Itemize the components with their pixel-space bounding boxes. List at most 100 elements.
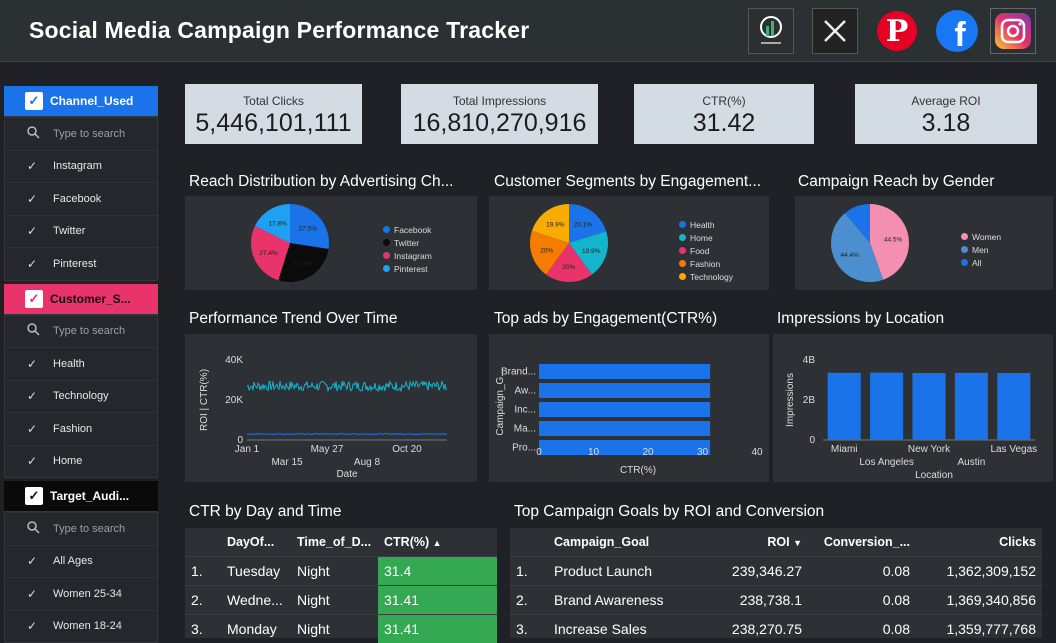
column-header[interactable]: Campaign_Goal (548, 528, 708, 556)
bar (539, 402, 711, 417)
x-tick-label: 0 (536, 447, 542, 458)
table-row[interactable]: 1. Tuesday Night 31.4 (185, 555, 497, 585)
x-tick-label: Mar 15 (271, 457, 303, 468)
legend-dot-icon (961, 259, 968, 266)
brand-logo-icon (748, 8, 794, 54)
legend-dot-icon (961, 233, 968, 240)
legend-label: Twitter (394, 237, 420, 248)
cell-roi: 239,346.27 (708, 555, 808, 585)
chart-trend: 0 20K 40K Jan 1 May 27 Oct 20 Mar 15 Aug 8 Date R… (185, 334, 477, 482)
option-label: Women 25-34 (53, 587, 122, 600)
filter-option[interactable]: ✓ Technology (5, 379, 157, 413)
kpi-value: 31.42 (692, 109, 756, 137)
row-index: 2. (185, 584, 221, 614)
legend-item[interactable]: Women (961, 230, 1001, 243)
horizontal-bar-chart: Brand... Aw... Inc... Ma... Pro... 0 10 20 30 40 C… (495, 364, 763, 476)
y-axis-label: ROI | CTR(%) (199, 369, 210, 431)
filter-audience-header[interactable]: ✓ Target_Audi... (4, 481, 158, 511)
x-tick-label: Austin (958, 457, 986, 468)
cell-day: Monday (221, 613, 291, 643)
legend-item[interactable]: Pinterest (383, 262, 432, 275)
legend-item[interactable]: Men (961, 243, 1001, 256)
filter-option[interactable]: ✓ All Ages (5, 544, 157, 578)
table-header-row: DayOf... Time_of_D... CTR(%) ▲ (185, 528, 497, 556)
cell-conversion: 0.08 (808, 613, 916, 643)
x-tick-label: New York (908, 444, 951, 455)
filter-channel-header[interactable]: ✓ Channel_Used (4, 86, 158, 116)
filter-option[interactable]: ✓ Facebook (5, 182, 157, 215)
x-twitter-icon[interactable] (812, 8, 858, 54)
legend-item[interactable]: Health (679, 218, 733, 231)
filter-option[interactable]: ✓ Health (5, 347, 157, 380)
filter-search[interactable]: Type to search (5, 314, 157, 348)
legend-item[interactable]: Technology (679, 270, 733, 283)
legend-item[interactable]: Instagram (383, 249, 432, 262)
column-header[interactable]: Time_of_D... (291, 528, 378, 556)
filter-option[interactable]: ✓ Home (5, 444, 157, 478)
instagram-icon[interactable] (990, 8, 1036, 54)
filter-segment-header[interactable]: ✓ Customer_S... (4, 283, 158, 314)
x-tick-label: 30 (697, 447, 709, 458)
column-header[interactable]: Conversion_... (808, 528, 916, 556)
legend-item[interactable]: All (961, 256, 1001, 269)
table-row[interactable]: 1. Product Launch 239,346.27 0.08 1,362,309,… (510, 555, 1042, 585)
check-icon: ✓ (27, 256, 38, 271)
facebook-icon[interactable]: f (934, 8, 980, 54)
index-header (185, 528, 221, 556)
legend-dot-icon (679, 260, 686, 267)
filter-option[interactable]: ✓ Instagram (5, 149, 157, 183)
column-header-sorted[interactable]: ROI ▼ (708, 528, 808, 556)
legend-item[interactable]: Home (679, 231, 733, 244)
filter-search[interactable]: Type to search (5, 117, 157, 150)
x-tick-label: Aug 8 (354, 457, 381, 468)
slice-label: 20.1% (574, 222, 593, 229)
svg-text:P: P (886, 14, 909, 49)
y-axis-label: Impressions (785, 373, 796, 427)
search-placeholder: Type to search (53, 127, 126, 140)
x-tick-label: 20 (642, 447, 654, 458)
legend-item[interactable]: Fashion (679, 257, 733, 270)
chart-gender: 44.5% 44.4% Women Men All (795, 196, 1053, 290)
cell-day: Tuesday (221, 555, 291, 585)
slice-label: 27.4% (259, 250, 278, 257)
column-header-sorted[interactable]: CTR(%) ▲ (378, 528, 497, 556)
row-index: 1. (510, 555, 548, 585)
bar (539, 440, 711, 455)
filter-option[interactable]: ✓ Women 25-34 (5, 577, 157, 610)
x-axis-label: Date (336, 469, 358, 480)
legend-label: Pinterest (394, 263, 428, 274)
series-line-roi (246, 432, 448, 436)
filter-option[interactable]: ✓ Pinterest (5, 247, 157, 280)
option-label: Health (53, 357, 85, 370)
legend-item[interactable]: Twitter (383, 236, 432, 249)
legend-item[interactable]: Facebook (383, 223, 432, 236)
filter-option[interactable]: ✓ Women 18-24 (5, 609, 157, 643)
slice-label: 27.5% (299, 225, 318, 232)
check-icon: ✓ (27, 619, 38, 634)
column-header[interactable]: Clicks (916, 528, 1042, 556)
filter-label: Target_Audi... (50, 489, 130, 503)
filter-search[interactable]: Type to search (5, 512, 157, 545)
column-header[interactable]: DayOf... (221, 528, 291, 556)
table-row[interactable]: 3. Increase Sales 238,270.75 0.08 1,359,777,… (510, 613, 1042, 643)
bar-chart: 0 2B 4B MiamiLos Angeles New York Austin Las V… (785, 355, 1037, 481)
table-row[interactable]: 2. Brand Awareness 238,738.1 0.08 1,369,340,… (510, 584, 1042, 614)
y-tick-label: Pro... (512, 443, 536, 454)
checkbox-icon[interactable]: ✓ (25, 289, 43, 308)
kpi-total-impressions: Total Impressions 16,810,270,916 (401, 84, 598, 144)
filter-option[interactable]: ✓ Twitter (5, 214, 157, 248)
legend-item[interactable]: Food (679, 244, 733, 257)
filter-option[interactable]: ✓ Fashion (5, 412, 157, 445)
legend-label: Facebook (394, 224, 432, 235)
checkbox-icon[interactable]: ✓ (25, 487, 43, 505)
legend-dot-icon (679, 273, 686, 280)
cell-roi: 238,738.1 (708, 584, 808, 614)
checkbox-icon[interactable]: ✓ (25, 92, 43, 110)
pinterest-icon[interactable]: P (874, 8, 920, 54)
slice-label: 27.4% (293, 260, 312, 267)
table-row[interactable]: 2. Wedne... Night 31.41 (185, 584, 497, 614)
bar (997, 373, 1031, 440)
table-row[interactable]: 3. Monday Night 31.41 (185, 613, 497, 643)
x-tick-label: May 27 (311, 444, 344, 455)
y-tick-label: 4B (803, 355, 816, 366)
